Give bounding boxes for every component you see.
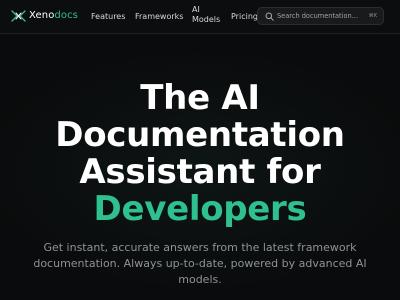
xenodocs-logo-icon	[11, 10, 26, 22]
hero-subtitle: Get instant, accurate answers from the l…	[33, 241, 367, 286]
nav-link-ai-models-line2: Models	[192, 15, 221, 24]
search-shortcut-hint: ⌘K	[368, 13, 377, 19]
landing-page: Xenodocs Features Frameworks AI Models P…	[0, 0, 400, 300]
nav-link-frameworks[interactable]: Frameworks	[135, 12, 183, 22]
nav-link-features[interactable]: Features	[91, 12, 125, 22]
hero-title-accent: Developers	[93, 189, 307, 229]
nav-link-ai-models-line1: AI	[192, 5, 200, 14]
brand-name-part1: Xeno	[29, 10, 55, 21]
nav-link-pricing[interactable]: Pricing	[231, 12, 258, 22]
search-icon	[265, 12, 274, 21]
hero-title-line3: Assistant for	[79, 152, 321, 192]
brand-logo[interactable]: Xenodocs	[11, 9, 78, 23]
hero-title-line2: Documentation	[55, 115, 345, 155]
nav-link-ai-models[interactable]: AI Models	[192, 5, 220, 25]
brand-name-part2: docs	[54, 10, 78, 21]
search-input[interactable]	[277, 10, 363, 22]
hero-title-line1: The AI	[140, 78, 260, 118]
search-box[interactable]: ⌘K	[257, 7, 384, 25]
top-navbar: Xenodocs Features Frameworks AI Models P…	[0, 0, 400, 34]
brand-name: Xenodocs	[29, 9, 78, 23]
hero-title: The AI Documentation Assistant for Devel…	[0, 80, 400, 228]
